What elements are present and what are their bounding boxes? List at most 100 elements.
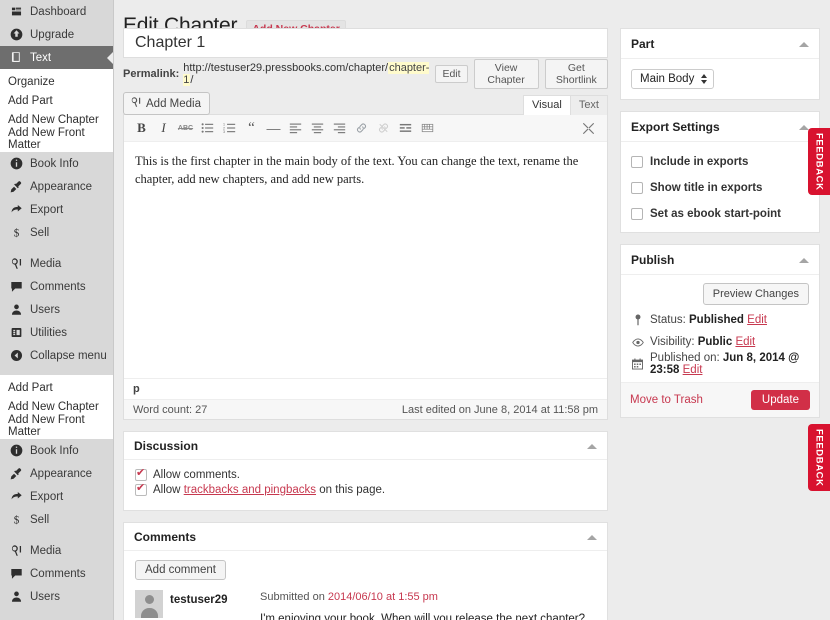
part-select[interactable]: Main Body [631, 69, 715, 89]
include-in-exports-checkbox[interactable] [631, 156, 643, 168]
strikethrough-icon[interactable]: ABC [175, 118, 196, 139]
edit-visibility-link[interactable]: Edit [735, 336, 755, 348]
sidebar-item-comments-2[interactable]: Comments [0, 562, 113, 585]
sidebar-item-book-info[interactable]: Book Info [0, 152, 113, 175]
italic-icon[interactable]: I [153, 118, 174, 139]
insert-link-icon[interactable] [351, 118, 372, 139]
sidebar-item-label: Book Info [30, 444, 79, 457]
chevron-up-icon[interactable] [799, 257, 809, 263]
view-chapter-button[interactable]: View Chapter [473, 58, 539, 89]
edit-status-link[interactable]: Edit [747, 314, 767, 326]
sidebar-item-users[interactable]: Users [0, 298, 113, 321]
sidebar-item-book-info-2[interactable]: Book Info [0, 439, 113, 462]
move-to-trash-link[interactable]: Move to Trash [630, 394, 703, 406]
edit-permalink-button[interactable]: Edit [435, 64, 468, 83]
fullscreen-icon[interactable] [578, 118, 599, 139]
publish-date-row: Published on: Jun 8, 2014 @ 23:58 Edit [621, 352, 819, 376]
sidebar-item-collapse-menu[interactable]: Collapse menu [0, 344, 113, 367]
sidebar-item-sell[interactable]: $ Sell [0, 221, 113, 244]
allow-comments-row[interactable]: Allow comments. [135, 467, 596, 481]
comment-date-link[interactable]: 2014/06/10 at 1:55 pm [328, 591, 438, 603]
sidebar-subitem-add-new-front-matter[interactable]: Add New Front Matter [0, 127, 113, 151]
chevron-up-icon[interactable] [799, 41, 809, 47]
export-settings-header[interactable]: Export Settings [621, 112, 819, 142]
chevron-up-icon[interactable] [587, 534, 597, 540]
sidebar-item-media[interactable]: Media [0, 252, 113, 275]
sidebar-subitem-organize[interactable]: Organize [0, 72, 113, 91]
tab-visual[interactable]: Visual [523, 95, 571, 115]
sidebar-item-comments[interactable]: Comments [0, 275, 113, 298]
get-shortlink-button[interactable]: Get Shortlink [544, 58, 608, 89]
sidebar-item-utilities[interactable]: Utilities [0, 321, 113, 344]
bold-icon[interactable]: B [131, 118, 152, 139]
sidebar-item-text[interactable]: Text [0, 46, 113, 69]
sidebar-item-dashboard[interactable]: Dashboard [0, 0, 113, 23]
comment-submitted: Submitted on 2014/06/10 at 1:55 pm [260, 591, 596, 603]
align-right-icon[interactable] [329, 118, 350, 139]
ordered-list-icon[interactable]: 123 [219, 118, 240, 139]
allow-comments-checkbox[interactable] [135, 467, 147, 481]
blockquote-icon[interactable]: “ [241, 118, 262, 139]
publish-panel-header[interactable]: Publish [621, 245, 819, 275]
sidebar-subitem-add-part[interactable]: Add Part [0, 91, 113, 110]
post-title-input[interactable] [133, 33, 598, 53]
show-title-in-exports-row[interactable]: Show title in exports [631, 182, 809, 194]
more-tag-icon[interactable] [395, 118, 416, 139]
export-settings-body: Include in exports Show title in exports… [621, 142, 819, 232]
sidebar-item-users-2[interactable]: Users [0, 585, 113, 608]
tab-text[interactable]: Text [569, 95, 608, 115]
discussion-panel: Discussion Allow comments. Allow trackba… [123, 431, 608, 511]
sidebar-submenu-repeat: Add Part Add New Chapter Add New Front M… [0, 375, 113, 439]
sidebar-subitem-add-new-front-matter-2[interactable]: Add New Front Matter [0, 414, 113, 438]
include-in-exports-row[interactable]: Include in exports [631, 156, 809, 168]
add-comment-button[interactable]: Add comment [135, 560, 226, 580]
align-center-icon[interactable] [307, 118, 328, 139]
editor-mode-tabs: Visual Text [523, 95, 608, 115]
feedback-label: FEEDBACK [813, 428, 825, 487]
pressbooks-edit-chapter-screen: Dashboard Upgrade Text Organize Add Part… [0, 0, 830, 620]
calendar-icon [631, 358, 644, 370]
feedback-tab-bottom[interactable]: FEEDBACK [808, 424, 830, 491]
post-title-wrapper[interactable] [123, 28, 608, 58]
allow-trackbacks-row[interactable]: Allow trackbacks and pingbacks on this p… [135, 482, 596, 496]
comment-author-top: testuser29 [135, 590, 260, 618]
sidebar-item-appearance[interactable]: Appearance [0, 175, 113, 198]
sidebar-item-export-2[interactable]: Export [0, 485, 113, 508]
part-panel-title: Part [631, 37, 655, 51]
sidebar-item-label: Export [30, 203, 64, 216]
sidebar-item-upgrade[interactable]: Upgrade [0, 23, 113, 46]
horizontal-rule-icon[interactable]: — [263, 118, 284, 139]
part-panel-header[interactable]: Part [621, 29, 819, 59]
edit-published-link[interactable]: Edit [683, 364, 703, 376]
allow-trackbacks-checkbox[interactable] [135, 482, 147, 496]
add-media-button[interactable]: Add Media [123, 92, 210, 115]
part-panel-body: Main Body [621, 59, 819, 99]
editor-content-area[interactable]: This is the first chapter in the main bo… [124, 142, 607, 378]
add-media-label: Add Media [146, 97, 201, 110]
preview-changes-button[interactable]: Preview Changes [702, 283, 809, 305]
update-button[interactable]: Update [750, 390, 810, 410]
trackbacks-text-pre: Allow [153, 484, 184, 496]
chevron-up-icon[interactable] [587, 443, 597, 449]
kitchen-sink-icon[interactable] [417, 118, 438, 139]
allow-trackbacks-label: Allow trackbacks and pingbacks on this p… [153, 484, 385, 496]
align-left-icon[interactable] [285, 118, 306, 139]
comments-panel-header[interactable]: Comments [124, 523, 607, 551]
unordered-list-icon[interactable] [197, 118, 218, 139]
comments-panel: Comments Add comment testuser29 liz@pres… [123, 522, 608, 620]
ebook-start-point-checkbox[interactable] [631, 208, 643, 220]
discussion-panel-header[interactable]: Discussion [124, 432, 607, 460]
sidebar-item-appearance-2[interactable]: Appearance [0, 462, 113, 485]
ebook-start-point-row[interactable]: Set as ebook start-point [631, 208, 809, 220]
trackbacks-link[interactable]: trackbacks and pingbacks [184, 484, 316, 496]
chevron-up-icon[interactable] [799, 124, 809, 130]
unlink-icon[interactable] [373, 118, 394, 139]
sidebar-item-export[interactable]: Export [0, 198, 113, 221]
sidebar-item-media-2[interactable]: Media [0, 539, 113, 562]
sidebar-subitem-add-part-2[interactable]: Add Part [0, 378, 113, 397]
sidebar-item-label: Collapse menu [30, 349, 107, 362]
sidebar-item-sell-2[interactable]: $ Sell [0, 508, 113, 531]
show-title-in-exports-checkbox[interactable] [631, 182, 643, 194]
comment-bubble-icon [8, 567, 24, 581]
feedback-tab-top[interactable]: FEEDBACK [808, 128, 830, 195]
